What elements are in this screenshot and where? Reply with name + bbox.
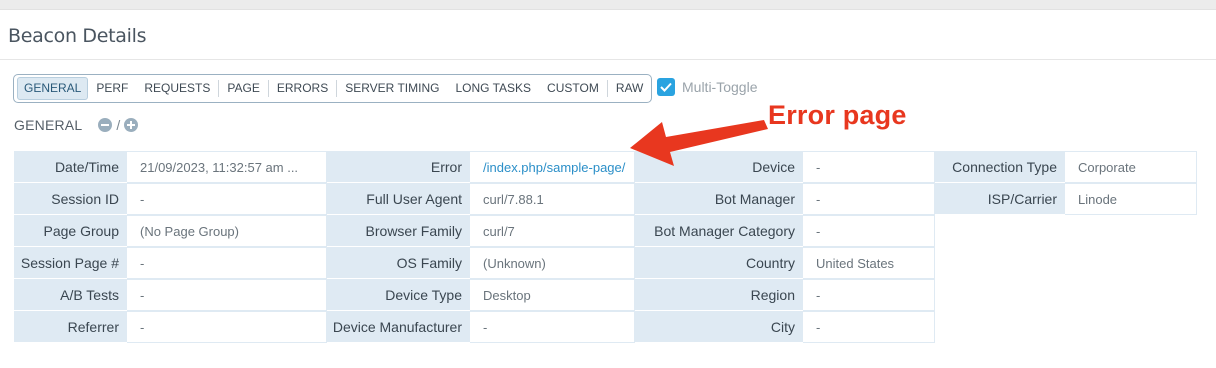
section-label: GENERAL [14, 117, 83, 133]
value-device-type: Desktop [470, 279, 635, 311]
label-device-manufacturer: Device Manufacturer [327, 311, 470, 343]
label-page-group: Page Group [14, 215, 127, 247]
label-bot-manager: Bot Manager [635, 183, 803, 215]
value-device-manufacturer: - [470, 311, 635, 343]
section-header: GENERAL / [14, 117, 139, 133]
tab-errors[interactable]: ERRORS [267, 80, 336, 97]
value-city: - [803, 311, 935, 343]
tab-long-tasks[interactable]: LONG TASKS [447, 80, 539, 97]
error-page-annotation: Error page [768, 100, 907, 130]
label-isp-carrier: ISP/Carrier [935, 183, 1065, 215]
label-browser-family: Browser Family [327, 215, 470, 247]
label-device-type: Device Type [327, 279, 470, 311]
label-region: Region [635, 279, 803, 311]
tab-perf[interactable]: PERF [88, 80, 136, 97]
value-page-group: (No Page Group) [127, 215, 327, 247]
value-os-family: (Unknown) [470, 247, 635, 279]
multi-toggle[interactable]: Multi-Toggle [657, 78, 757, 96]
label-city: City [635, 311, 803, 343]
label-ab-tests: A/B Tests [14, 279, 127, 311]
value-region: - [803, 279, 935, 311]
tab-bar: GENERAL PERF REQUESTS PAGE ERRORS SERVER… [13, 74, 653, 103]
toggle-separator: / [116, 117, 121, 133]
value-connection-type: Corporate [1065, 151, 1197, 183]
expand-plus-icon[interactable] [124, 118, 139, 132]
value-browser-family: curl/7 [470, 215, 635, 247]
value-ab-tests: - [127, 279, 327, 311]
label-error: Error [327, 151, 470, 183]
value-full-user-agent: curl/7.88.1 [470, 183, 635, 215]
label-session-id: Session ID [14, 183, 127, 215]
tab-server-timing[interactable]: SERVER TIMING [336, 80, 447, 97]
value-bot-manager-category: - [803, 215, 935, 247]
label-os-family: OS Family [327, 247, 470, 279]
value-bot-manager: - [803, 183, 935, 215]
label-referrer: Referrer [14, 311, 127, 343]
tab-general[interactable]: GENERAL [17, 77, 89, 100]
value-isp-carrier: Linode [1065, 183, 1197, 215]
label-country: Country [635, 247, 803, 279]
value-error-link[interactable]: /index.php/sample-page/ [470, 151, 635, 183]
tab-custom[interactable]: CUSTOM [539, 80, 607, 97]
tab-requests[interactable]: REQUESTS [136, 80, 218, 97]
value-country: United States [803, 247, 935, 279]
label-bot-manager-category: Bot Manager Category [635, 215, 803, 247]
red-arrow-icon [630, 120, 768, 166]
tab-raw[interactable]: RAW [606, 80, 652, 97]
panel-title: Beacon Details [8, 25, 147, 47]
tab-page[interactable]: PAGE [218, 80, 267, 97]
label-connection-type: Connection Type [935, 151, 1065, 183]
label-session-page: Session Page # [14, 247, 127, 279]
multi-toggle-label: Multi-Toggle [682, 79, 758, 95]
value-referrer: - [127, 311, 327, 343]
value-session-id: - [127, 183, 327, 215]
label-date-time: Date/Time [14, 151, 127, 183]
value-date-time: 21/09/2023, 11:32:57 am ... [127, 151, 327, 183]
label-full-user-agent: Full User Agent [327, 183, 470, 215]
panel-header: Beacon Details [0, 10, 1216, 60]
collapse-minus-icon[interactable] [98, 118, 113, 132]
value-device: - [803, 151, 935, 183]
value-session-page: - [127, 247, 327, 279]
checkbox-checked-icon[interactable] [657, 78, 675, 96]
top-strip [0, 0, 1216, 10]
